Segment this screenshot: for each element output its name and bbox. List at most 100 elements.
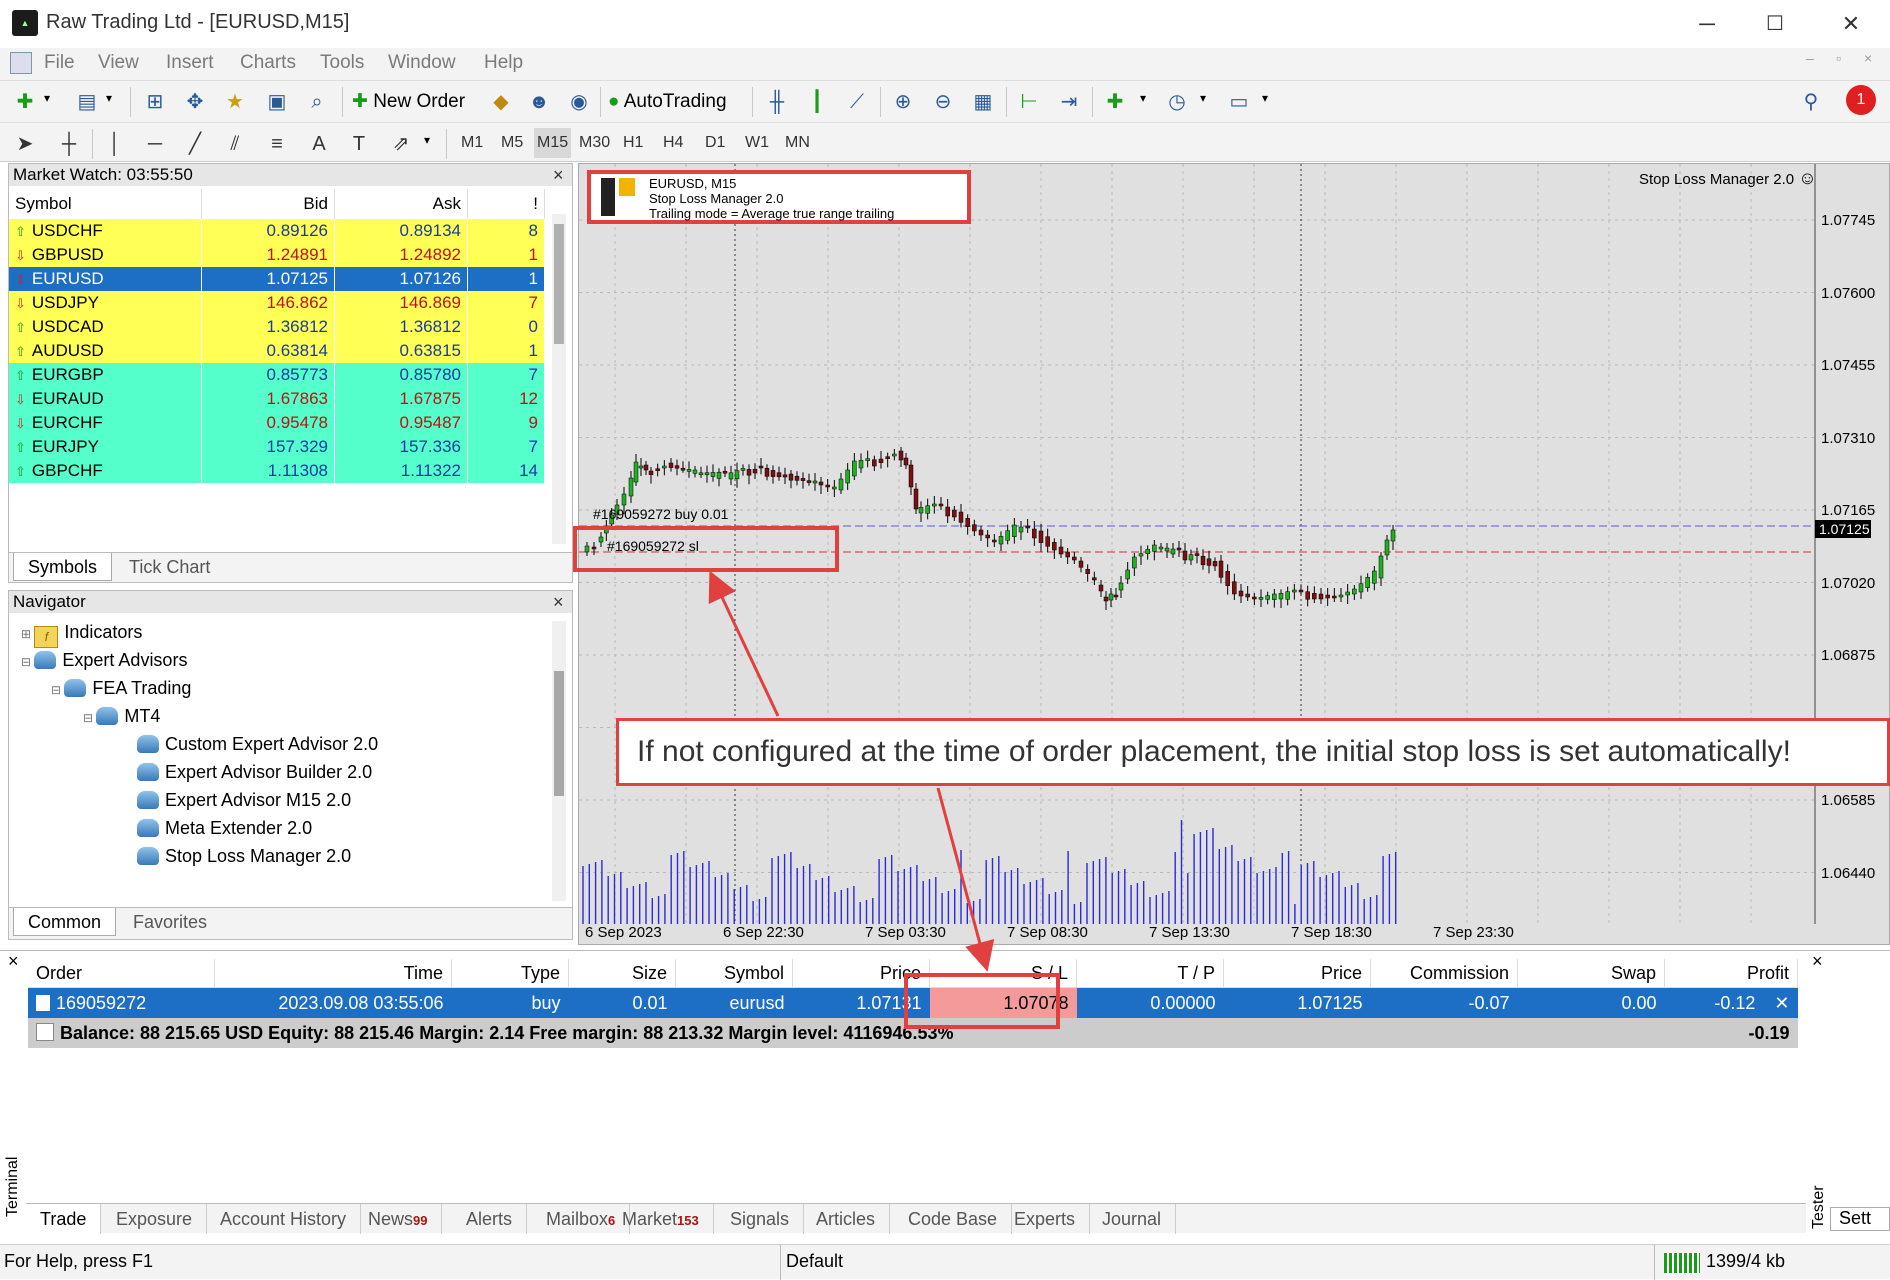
column-size[interactable]: Size	[568, 959, 676, 988]
tab-trade[interactable]: Trade	[26, 1204, 102, 1234]
tree-item-ea[interactable]: Expert Advisor M15 2.0	[137, 787, 351, 813]
market-watch-row[interactable]: ⇧ USDCAD 1.36812 1.36812 0	[9, 315, 545, 339]
timeframe-h4[interactable]: H4	[660, 128, 686, 158]
column-profit[interactable]: Profit	[1664, 959, 1798, 988]
navigator-icon[interactable]: ★	[220, 87, 250, 117]
new-chart-icon[interactable]: ✚	[10, 87, 40, 117]
tab-settings[interactable]: Sett	[1830, 1207, 1890, 1231]
metaeditor-icon[interactable]: ◆	[486, 87, 516, 117]
periods-clock-icon[interactable]: ◷	[1162, 87, 1192, 117]
timeframe-m30[interactable]: M30	[576, 128, 613, 158]
column-commission[interactable]: Commission	[1370, 959, 1518, 988]
timeframe-w1[interactable]: W1	[742, 128, 772, 158]
tab-tick-chart[interactable]: Tick Chart	[115, 553, 224, 581]
tab-signals[interactable]: Signals	[716, 1204, 805, 1234]
timeframe-mn[interactable]: MN	[782, 128, 813, 158]
trendline-icon[interactable]: ╱	[180, 129, 210, 159]
line-chart-icon[interactable]: ⟋	[842, 87, 872, 117]
market-watch-row[interactable]: ⇩ EURCHF 0.95478 0.95487 9	[9, 411, 545, 435]
tab-articles[interactable]: Articles	[802, 1204, 891, 1234]
tab-common[interactable]: Common	[13, 908, 117, 936]
column-current-price[interactable]: Price	[1223, 959, 1371, 988]
tab-journal[interactable]: Journal	[1088, 1204, 1177, 1234]
notification-badge[interactable]: 1	[1846, 85, 1876, 115]
mdi-close-icon[interactable]: ×	[1864, 50, 1872, 66]
column-time[interactable]: Time	[214, 959, 452, 988]
collapse-icon[interactable]: ⊟	[51, 683, 64, 697]
menu-file[interactable]: File	[44, 52, 75, 74]
tree-item-mt4[interactable]: ⊟ MT4	[83, 703, 160, 729]
chevron-down-icon[interactable]: ▾	[44, 91, 50, 105]
market-watch-row[interactable]: ⇩ EURAUD 1.67863 1.67875 12	[9, 387, 545, 411]
timeframe-m1[interactable]: M1	[458, 128, 486, 158]
close-window-button[interactable]: ✕	[1826, 8, 1876, 40]
collapse-icon[interactable]: ⊟	[21, 655, 34, 669]
timeframe-h1[interactable]: H1	[620, 128, 646, 158]
search-icon[interactable]: ⚲	[1796, 87, 1826, 117]
tab-symbols[interactable]: Symbols	[13, 553, 113, 581]
profiles-icon[interactable]: ▤	[72, 87, 102, 117]
market-watch-icon[interactable]: ⊞	[140, 87, 170, 117]
market-watch-row[interactable]: ⇩ GBPUSD 1.24891 1.24892 1	[9, 243, 545, 267]
chevron-down-icon[interactable]: ▾	[1140, 91, 1146, 105]
text-icon[interactable]: A	[304, 129, 334, 159]
mdi-minimize-icon[interactable]: –	[1806, 50, 1814, 66]
tab-exposure[interactable]: Exposure	[102, 1204, 208, 1234]
market-watch-row[interactable]: ⇧ USDCHF 0.89126 0.89134 8	[9, 219, 545, 243]
templates-icon[interactable]: ▭	[1224, 87, 1254, 117]
column-order[interactable]: Order	[28, 959, 215, 988]
chart-shift-icon[interactable]: ⊢	[1014, 87, 1044, 117]
equidistant-channel-icon[interactable]: ⫽	[220, 129, 250, 159]
column-ask[interactable]: Ask	[334, 189, 468, 219]
bar-chart-icon[interactable]: ╫	[762, 87, 792, 117]
tree-item-fea-trading[interactable]: ⊟ FEA Trading	[51, 675, 191, 701]
maximize-button[interactable]: ☐	[1750, 8, 1800, 40]
close-icon[interactable]: ×	[1812, 951, 1823, 972]
strategy-tester-icon[interactable]: ⌕	[302, 87, 332, 117]
candlestick-icon[interactable]: ┃	[802, 87, 832, 117]
tab-code-base[interactable]: Code Base	[894, 1204, 1013, 1234]
scrollbar[interactable]	[552, 214, 566, 544]
data-window-icon[interactable]: ✥	[180, 87, 210, 117]
tester-side-label[interactable]: Tester	[1810, 1185, 1828, 1229]
tree-item-ea[interactable]: Meta Extender 2.0	[137, 815, 312, 841]
crosshair-icon[interactable]: ┼	[54, 129, 84, 159]
zoom-out-icon[interactable]: ⊖	[928, 87, 958, 117]
tab-account-history[interactable]: Account History	[206, 1204, 362, 1234]
menu-tools[interactable]: Tools	[320, 52, 364, 74]
column-type[interactable]: Type	[451, 959, 569, 988]
horizontal-line-icon[interactable]: ─	[140, 129, 170, 159]
autoscroll-icon[interactable]: ⇥	[1054, 87, 1084, 117]
new-order-button[interactable]: ✚ New Order	[352, 87, 465, 117]
zoom-in-icon[interactable]: ⊕	[888, 87, 918, 117]
signals-icon[interactable]: ◉	[564, 87, 594, 117]
menu-charts[interactable]: Charts	[240, 52, 296, 74]
expand-icon[interactable]: ⊞	[21, 627, 34, 641]
fibonacci-icon[interactable]: ≡	[262, 129, 292, 159]
community-icon[interactable]: ☻	[524, 87, 554, 117]
scrollbar[interactable]	[552, 621, 566, 901]
chevron-down-icon[interactable]: ▾	[1200, 91, 1206, 105]
mdi-restore-icon[interactable]: ▫	[1836, 50, 1841, 66]
tab-news[interactable]: News99	[354, 1204, 443, 1234]
tab-alerts[interactable]: Alerts	[452, 1204, 528, 1234]
column-symbol[interactable]: Symbol	[9, 189, 202, 219]
tab-favorites[interactable]: Favorites	[119, 908, 221, 936]
close-icon[interactable]: ×	[8, 951, 19, 972]
market-watch-row[interactable]: ⇧ AUDUSD 0.63814 0.63815 1	[9, 339, 545, 363]
market-watch-row[interactable]: ⇩ USDJPY 146.862 146.869 7	[9, 291, 545, 315]
menu-window[interactable]: Window	[388, 52, 456, 74]
scrollbar-thumb[interactable]	[554, 224, 564, 344]
tree-item-ea[interactable]: Stop Loss Manager 2.0	[137, 843, 351, 869]
terminal-icon[interactable]: ▣	[262, 87, 292, 117]
minimize-button[interactable]: ─	[1682, 8, 1732, 40]
column-spread[interactable]: !	[467, 189, 545, 219]
tree-item-ea[interactable]: Custom Expert Advisor 2.0	[137, 731, 378, 757]
timeframe-m15[interactable]: M15	[534, 128, 572, 158]
market-watch-row[interactable]: ⇧ EURJPY 157.329 157.336 7	[9, 435, 545, 459]
vertical-line-icon[interactable]: │	[100, 129, 130, 159]
column-tp[interactable]: T / P	[1076, 959, 1224, 988]
cursor-icon[interactable]: ➤	[10, 129, 40, 159]
close-order-icon[interactable]: ✕	[1774, 993, 1789, 1013]
collapse-icon[interactable]: ⊟	[83, 711, 96, 725]
